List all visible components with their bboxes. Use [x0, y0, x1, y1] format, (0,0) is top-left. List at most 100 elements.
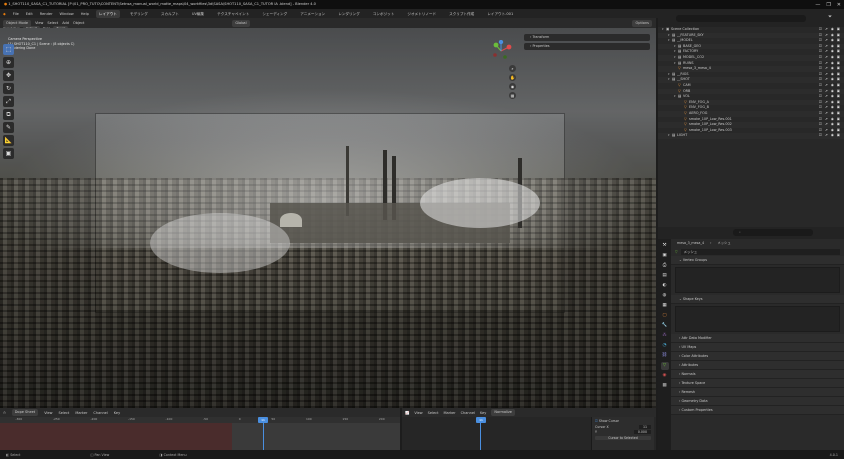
- outliner[interactable]: ▾ ▣ Scene Collection ☑ ➚ ◉ ▣ ▾ ▤ __FEATURE_SKY ☑ ➚ ◉…: [658, 27, 844, 227]
- properties-tab-physics-icon[interactable]: ◔: [661, 342, 669, 350]
- perspective-grid-icon[interactable]: ▦: [509, 92, 516, 99]
- menu-key[interactable]: Key: [480, 411, 486, 415]
- workspace-tab[interactable]: スカルプト: [158, 10, 182, 18]
- add-cube-icon[interactable]: ▣: [3, 148, 14, 159]
- neg-y-axis-handle[interactable]: [503, 55, 507, 59]
- properties-tab-collection-icon[interactable]: ▦: [661, 302, 669, 310]
- panel-texture-space[interactable]: › Texture Space: [671, 379, 844, 388]
- menu-select[interactable]: Select: [428, 411, 439, 415]
- menu-help[interactable]: Help: [81, 12, 89, 16]
- properties-tab-view-layer-icon[interactable]: ▤: [661, 272, 669, 280]
- object-breadcrumb[interactable]: mesa_3_mesa_4: [677, 239, 704, 248]
- rotate-icon[interactable]: ↻: [3, 83, 14, 94]
- outliner-row[interactable]: ▾ ▤ LIGHT ☑ ➚ ◉ ▣: [658, 133, 844, 139]
- properties-search[interactable]: ⌕: [733, 229, 813, 236]
- dopesheet-mode-dropdown[interactable]: Dope Sheet: [11, 409, 39, 416]
- normalize-toggle[interactable]: Normalize: [491, 409, 515, 416]
- panel-uv-maps[interactable]: › UV Maps: [671, 343, 844, 352]
- properties-tab-constraints-icon[interactable]: ⛓: [661, 352, 669, 360]
- properties-tab-render-icon[interactable]: ▣: [661, 252, 669, 260]
- properties-tab-object-icon[interactable]: ▢: [661, 312, 669, 320]
- select-box-icon[interactable]: ⬚: [3, 44, 14, 55]
- menu-select[interactable]: Select: [59, 411, 70, 415]
- cursor-x-field[interactable]: 11: [638, 425, 651, 429]
- workspace-tab[interactable]: コンポジット: [370, 10, 398, 18]
- mesh-data-name-field[interactable]: メッシュ: [680, 249, 840, 255]
- menu-marker[interactable]: Marker: [75, 411, 87, 415]
- shape-keys-list[interactable]: [675, 306, 840, 332]
- panel-attributes[interactable]: › Attributes: [671, 361, 844, 370]
- navigation-gizmo[interactable]: [490, 40, 512, 62]
- menu-view[interactable]: View: [44, 411, 52, 415]
- workspace-tab[interactable]: アニメーション: [297, 10, 328, 18]
- menu-channel[interactable]: Channel: [461, 411, 475, 415]
- cursor-icon[interactable]: ⊕: [3, 57, 14, 68]
- workspace-tab[interactable]: UV編集: [189, 10, 207, 18]
- checkbox-checked-icon[interactable]: ☑: [595, 419, 598, 423]
- panel-transform[interactable]: › Transform: [524, 34, 650, 41]
- eye-icon[interactable]: ◉: [831, 133, 834, 139]
- panel-custom-properties[interactable]: › Custom Properties: [671, 406, 844, 415]
- workspace-tab[interactable]: ジオメトリノード: [404, 10, 439, 18]
- properties-tab-tool-icon[interactable]: ⚒: [661, 242, 669, 250]
- filter-icon[interactable]: ⏷: [828, 14, 832, 20]
- menu-file[interactable]: File: [13, 12, 19, 16]
- checkbox-icon[interactable]: ☑: [819, 133, 822, 139]
- panel-vertex-groups[interactable]: ⌄ Vertex Groups: [671, 256, 844, 265]
- vertex-groups-list[interactable]: [675, 267, 840, 293]
- cursor-to-selected-button[interactable]: Cursor to Selected: [595, 436, 651, 440]
- workspace-tab[interactable]: レイアウト: [95, 9, 120, 18]
- properties-tab-scene-icon[interactable]: ◐: [661, 282, 669, 290]
- annotate-icon[interactable]: ✎: [3, 122, 14, 133]
- menu-channel[interactable]: Channel: [93, 411, 107, 415]
- y-axis-handle[interactable]: [493, 42, 499, 48]
- editor-type-icon[interactable]: ⏱: [3, 411, 6, 415]
- workspace-tab[interactable]: テクスチャペイント: [214, 10, 252, 18]
- close-icon[interactable]: ✕: [837, 2, 841, 8]
- transform-icon[interactable]: ⧉: [3, 109, 14, 120]
- show-cursor-row[interactable]: ☑ Show Cursor: [595, 419, 651, 423]
- neg-x-axis-handle[interactable]: [493, 53, 497, 57]
- minimize-icon[interactable]: —: [815, 2, 820, 8]
- 3d-viewport[interactable]: [0, 28, 656, 408]
- properties-tab-particles-icon[interactable]: ⁂: [661, 332, 669, 340]
- menu-window[interactable]: Window: [60, 12, 74, 16]
- properties-tab-world-icon[interactable]: ◍: [661, 292, 669, 300]
- panel-geometry-data[interactable]: › Geometry Data: [671, 397, 844, 406]
- editor-type-icon[interactable]: 📈: [405, 411, 409, 415]
- workspace-tab[interactable]: レンダリング: [335, 10, 363, 18]
- x-axis-handle[interactable]: [506, 44, 512, 50]
- workspace-tab[interactable]: スクリプト作成: [446, 10, 477, 18]
- panel-normals[interactable]: › Normals: [671, 370, 844, 379]
- workspace-tab[interactable]: レイアウト.001: [484, 10, 516, 18]
- menu-key[interactable]: Key: [114, 411, 120, 415]
- properties-tab-material-icon[interactable]: ◉: [661, 372, 669, 380]
- measure-icon[interactable]: 📐: [3, 135, 14, 146]
- workspace-tab[interactable]: モデリング: [127, 10, 151, 18]
- camera-icon[interactable]: ▣: [837, 133, 840, 139]
- cursor-y-field[interactable]: 0.000: [633, 430, 651, 434]
- properties-tab-texture-icon[interactable]: ▩: [661, 382, 669, 390]
- menu-edit[interactable]: Edit: [26, 12, 33, 16]
- z-axis-handle[interactable]: [498, 40, 504, 45]
- panel-properties[interactable]: › Properties: [524, 43, 650, 50]
- menu-render[interactable]: Render: [40, 12, 53, 16]
- global-orientation-dropdown[interactable]: Global: [232, 19, 250, 27]
- workspace-tab[interactable]: シェーディング: [259, 10, 290, 18]
- move-icon[interactable]: ✥: [3, 70, 14, 81]
- graph-current-frame[interactable]: 11: [476, 417, 486, 423]
- properties-tab-modifiers-icon[interactable]: 🔧: [661, 322, 669, 330]
- camera-view-icon[interactable]: ◉: [509, 83, 516, 90]
- maximize-icon[interactable]: ❐: [826, 2, 830, 8]
- current-frame-indicator[interactable]: 11: [258, 417, 268, 423]
- panel-shape-keys[interactable]: ⌄ Shape Keys: [671, 295, 844, 304]
- menu-view[interactable]: View: [414, 411, 422, 415]
- zoom-icon[interactable]: ⌕: [509, 65, 516, 72]
- properties-tab-data-icon[interactable]: ▽: [660, 362, 669, 370]
- blender-menu-icon[interactable]: ◆: [3, 12, 6, 16]
- panel-remesh[interactable]: › Remesh: [671, 388, 844, 397]
- scale-icon[interactable]: ⤢: [3, 96, 14, 107]
- select-arrow-icon[interactable]: ➚: [825, 133, 828, 139]
- menu-marker[interactable]: Marker: [443, 411, 455, 415]
- panel-color-attributes[interactable]: › Color Attributes: [671, 352, 844, 361]
